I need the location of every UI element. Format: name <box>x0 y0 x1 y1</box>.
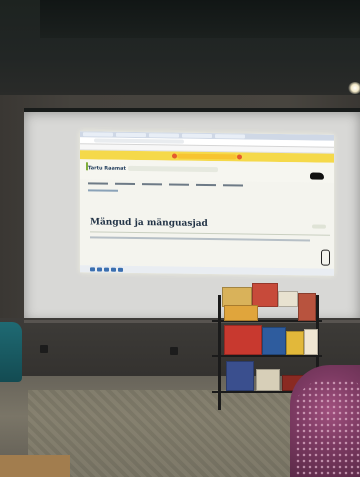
wooden-table-corner <box>0 455 70 477</box>
site-header: Tartu Raamat <box>80 159 334 183</box>
cart-shelf <box>212 355 322 357</box>
taskbar-icon <box>118 267 123 272</box>
ceiling-lamp-right <box>348 82 360 94</box>
board-game-box <box>252 283 278 307</box>
nav-item <box>223 184 243 187</box>
board-game-box <box>224 325 262 355</box>
board-game-box <box>304 329 318 355</box>
wall-outlet <box>170 347 178 355</box>
board-game-box <box>278 291 298 307</box>
banner-dot-icon <box>172 153 177 159</box>
teal-chair <box>0 322 22 382</box>
breadcrumb-item <box>88 189 118 192</box>
site-search-bar <box>128 165 218 173</box>
browser-tab <box>116 132 146 138</box>
nav-item <box>169 183 189 186</box>
board-game-box <box>224 305 258 321</box>
ceiling <box>0 0 360 95</box>
board-game-box <box>222 287 252 307</box>
board-game-box <box>262 327 286 355</box>
taskbar-icon <box>97 266 102 272</box>
nav-item <box>88 182 108 185</box>
board-game-box <box>298 293 316 321</box>
cat-mascot <box>310 172 326 180</box>
url-field <box>94 138 184 144</box>
taskbar-icon <box>90 266 95 271</box>
taskbar-icon <box>104 267 109 272</box>
board-game-box <box>256 369 280 391</box>
description-text <box>90 236 310 242</box>
nav-item <box>142 183 162 186</box>
cat-icon <box>310 172 324 180</box>
board-game-box <box>286 331 304 355</box>
wall-outlet <box>40 345 48 353</box>
browser-tab <box>182 133 212 139</box>
title-divider <box>90 231 330 236</box>
taskbar-icon <box>111 267 116 272</box>
patterned-clothing <box>295 380 360 477</box>
browser-tab <box>215 134 245 139</box>
scroll-indicator-icon <box>321 249 330 266</box>
page-title: Mängud ja mänguasjad <box>90 217 208 230</box>
banner-pill <box>177 153 237 160</box>
banner-dot-icon <box>237 154 242 160</box>
nav-item <box>196 183 216 187</box>
browser-tab <box>83 132 113 137</box>
nav-item <box>115 182 135 185</box>
sort-button <box>312 224 326 229</box>
projected-webpage: Tartu Raamat Mängud ja mänguasjad <box>80 131 334 276</box>
board-game-box <box>226 361 254 391</box>
browser-tab <box>149 133 179 138</box>
site-logo: Tartu Raamat <box>88 165 126 172</box>
ceiling-beam <box>40 0 360 38</box>
